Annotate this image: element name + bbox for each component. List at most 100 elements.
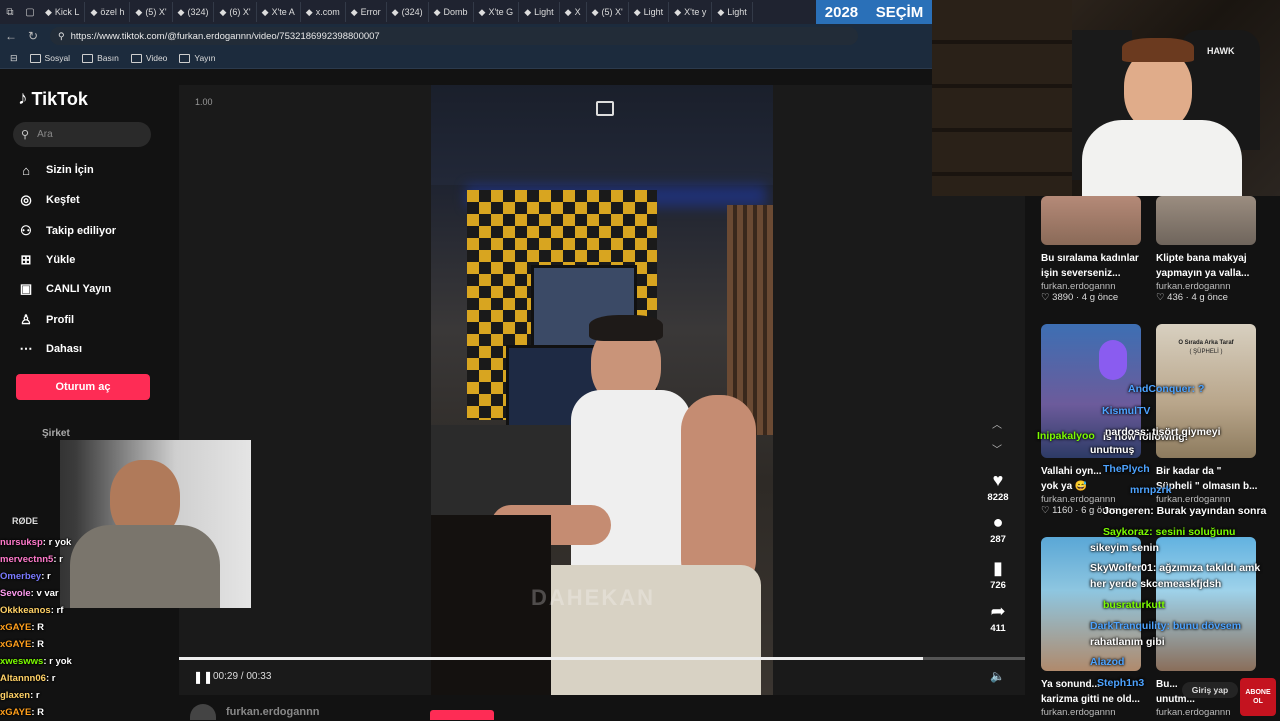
chat-message: Altannn06: r [0,670,346,687]
nav-for-you[interactable]: ⌂ Sizin İçin [18,160,168,180]
nav-more[interactable]: ⋯ Dahası [18,339,168,359]
nav-following[interactable]: ⚇ Takip ediliyor [18,221,168,241]
browser-tab[interactable]: ◆ Domb [429,2,474,22]
browser-tab[interactable]: ◆ X'te G [474,2,520,22]
browser-tab[interactable]: ◆ X'te A [257,2,301,22]
bookmark-folder-basin[interactable]: Basın [82,53,119,63]
tab-favicon-icon: ◆ [350,6,358,17]
previous-video-icon[interactable]: ︿ [992,416,1002,431]
pip-icon[interactable] [596,101,614,116]
share-arrow-icon: ➦ [990,601,1006,621]
browser-tab[interactable]: ◆ (5) X' [130,2,173,22]
nav-label: Dahası [46,343,83,355]
chat-text: her yerde skcemeaskfjdsh [1090,578,1222,590]
volume-icon[interactable]: 🔈 [990,669,1005,683]
chat-login-button[interactable]: Giriş yap [1182,682,1238,698]
chat-username[interactable]: xGAYE [0,622,31,633]
back-icon[interactable]: ← [0,29,22,43]
tab-favicon-icon: ◆ [305,6,313,17]
related-caption: Bu sıralama kadınlar [1041,253,1139,264]
reading-list-icon[interactable]: ⊟ [10,53,18,64]
chat-username[interactable]: glaxen [0,690,30,701]
workspaces-icon[interactable]: ⧉ [0,2,20,22]
browser-tab[interactable]: ◆ (6) X' [214,2,257,22]
nav-label: Profil [46,314,75,326]
badge-word: SEÇİM [875,3,924,21]
related-caption: Şüpheli " olmasın b... [1156,481,1258,492]
browser-tab[interactable]: ◆ Light [712,2,753,22]
save-button[interactable]: ▮ 726 [984,558,1012,591]
chat-username[interactable]: Altannn06 [0,673,46,684]
bookmark-folder-yayin[interactable]: Yayın [179,53,216,63]
folder-icon [82,53,94,63]
related-thumb-2[interactable] [1156,196,1256,245]
related-card-4[interactable]: Bir kadar da " Şüpheli " olmasın b... fu… [1156,464,1266,505]
related-thumb-6[interactable] [1156,537,1256,671]
browser-tab[interactable]: ◆ Error [346,2,387,22]
browser-tab[interactable]: ◆ (324) [173,2,215,22]
person-icon: ♙ [20,312,32,327]
live-tv-icon: ▣ [19,281,33,296]
browser-tab[interactable]: ◆ Light [629,2,670,22]
folder-icon [179,53,191,63]
url-field[interactable]: ⚲ https://www.tiktok.com/@furkan.erdogan… [50,27,858,45]
bookmark-folder-sosyal[interactable]: Sosyal [29,53,70,63]
chat-username[interactable]: nursuksp [0,537,43,548]
chat-overlay-line: Jongeren: Burak yayından sonra [1103,505,1266,517]
video-frame[interactable]: DAHEKAN [431,85,773,695]
nav-profile[interactable]: ♙ Profil [18,310,168,330]
chat-username[interactable]: Okkkeanos [0,605,51,616]
chat-overlay-line: unutmuş [1090,444,1134,456]
like-button[interactable]: ♥ 8228 [984,470,1012,503]
browser-tab[interactable]: ◆ Kick L [40,2,86,22]
tab-label: Light [534,7,554,17]
next-video-icon[interactable]: ﹀ [992,441,1002,456]
browser-tab[interactable]: ◆ özel h [85,2,131,22]
chat-overlay-line: Alazod [1090,656,1124,668]
browser-tab[interactable]: ◆ x.com [301,2,346,22]
chat-text: Alazod [1090,656,1125,668]
follow-button[interactable] [430,710,494,720]
login-button[interactable]: Oturum aç [16,374,150,400]
related-caption: işin severseniz... [1041,268,1121,279]
related-author: furkan.erdogannn [1041,707,1116,718]
chat-text: nardoss: tişört giymeyi [1105,426,1221,438]
playback-speed[interactable]: 1.00 [195,97,213,107]
reload-icon[interactable]: ↻ [22,29,44,43]
thumb-banner-text: O Sırada Arka Taraf [1178,340,1234,346]
tab-favicon-icon: ◆ [591,6,599,17]
search-input[interactable]: ⚲ Ara [13,122,151,147]
nav-upload[interactable]: ⊞ Yükle [18,250,168,270]
bookmark-label: Basın [97,53,119,63]
share-button[interactable]: ➦ 411 [984,601,1012,634]
browser-tab[interactable]: ◆ (5) X' [587,2,629,22]
chat-username[interactable]: Omerbey [0,571,41,582]
tab-actions-icon[interactable]: ▢ [20,2,40,22]
chat-username[interactable]: xGAYE [0,707,31,718]
nav-label: CANLI Yayın [46,283,112,295]
nav-live[interactable]: ▣ CANLI Yayın [18,279,168,299]
related-thumb-1[interactable] [1041,196,1141,245]
chat-username[interactable]: mervectnn5 [0,554,53,565]
related-card-1[interactable]: Bu sıralama kadınlar işin severseniz... … [1041,251,1151,303]
nav-label: Sizin İçin [46,164,94,176]
bookmarks-bar: ⊟ Sosyal Basın Video Yayın [0,48,932,69]
heart-icon: ♥ [992,470,1004,490]
browser-tab[interactable]: ◆ X [560,2,587,22]
subscribe-badge[interactable]: ABONE OL [1240,678,1276,716]
related-card-2[interactable]: Klipte bana makyaj yapmayın ya valla... … [1156,251,1266,303]
chat-username[interactable]: xweswws [0,656,43,667]
tiktok-logo[interactable]: ♪ TikTok [18,88,88,110]
chat-text: Inipakalyoo [1037,430,1095,442]
chat-message: Sevole: v var [0,585,346,602]
browser-tab[interactable]: ◆ (324) [387,2,429,22]
chat-username[interactable]: Sevole [0,588,31,599]
browser-tab[interactable]: ◆ Light [519,2,560,22]
chat-username[interactable]: xGAYE [0,639,31,650]
comment-button[interactable]: ● 287 [984,512,1012,545]
site-info-icon[interactable]: ⚲ [58,31,65,42]
bookmark-folder-video[interactable]: Video [130,53,167,63]
browser-tab[interactable]: ◆ X'te y [669,2,713,22]
like-count: 8228 [987,492,1009,503]
nav-explore[interactable]: ◎ Keşfet [18,190,168,210]
